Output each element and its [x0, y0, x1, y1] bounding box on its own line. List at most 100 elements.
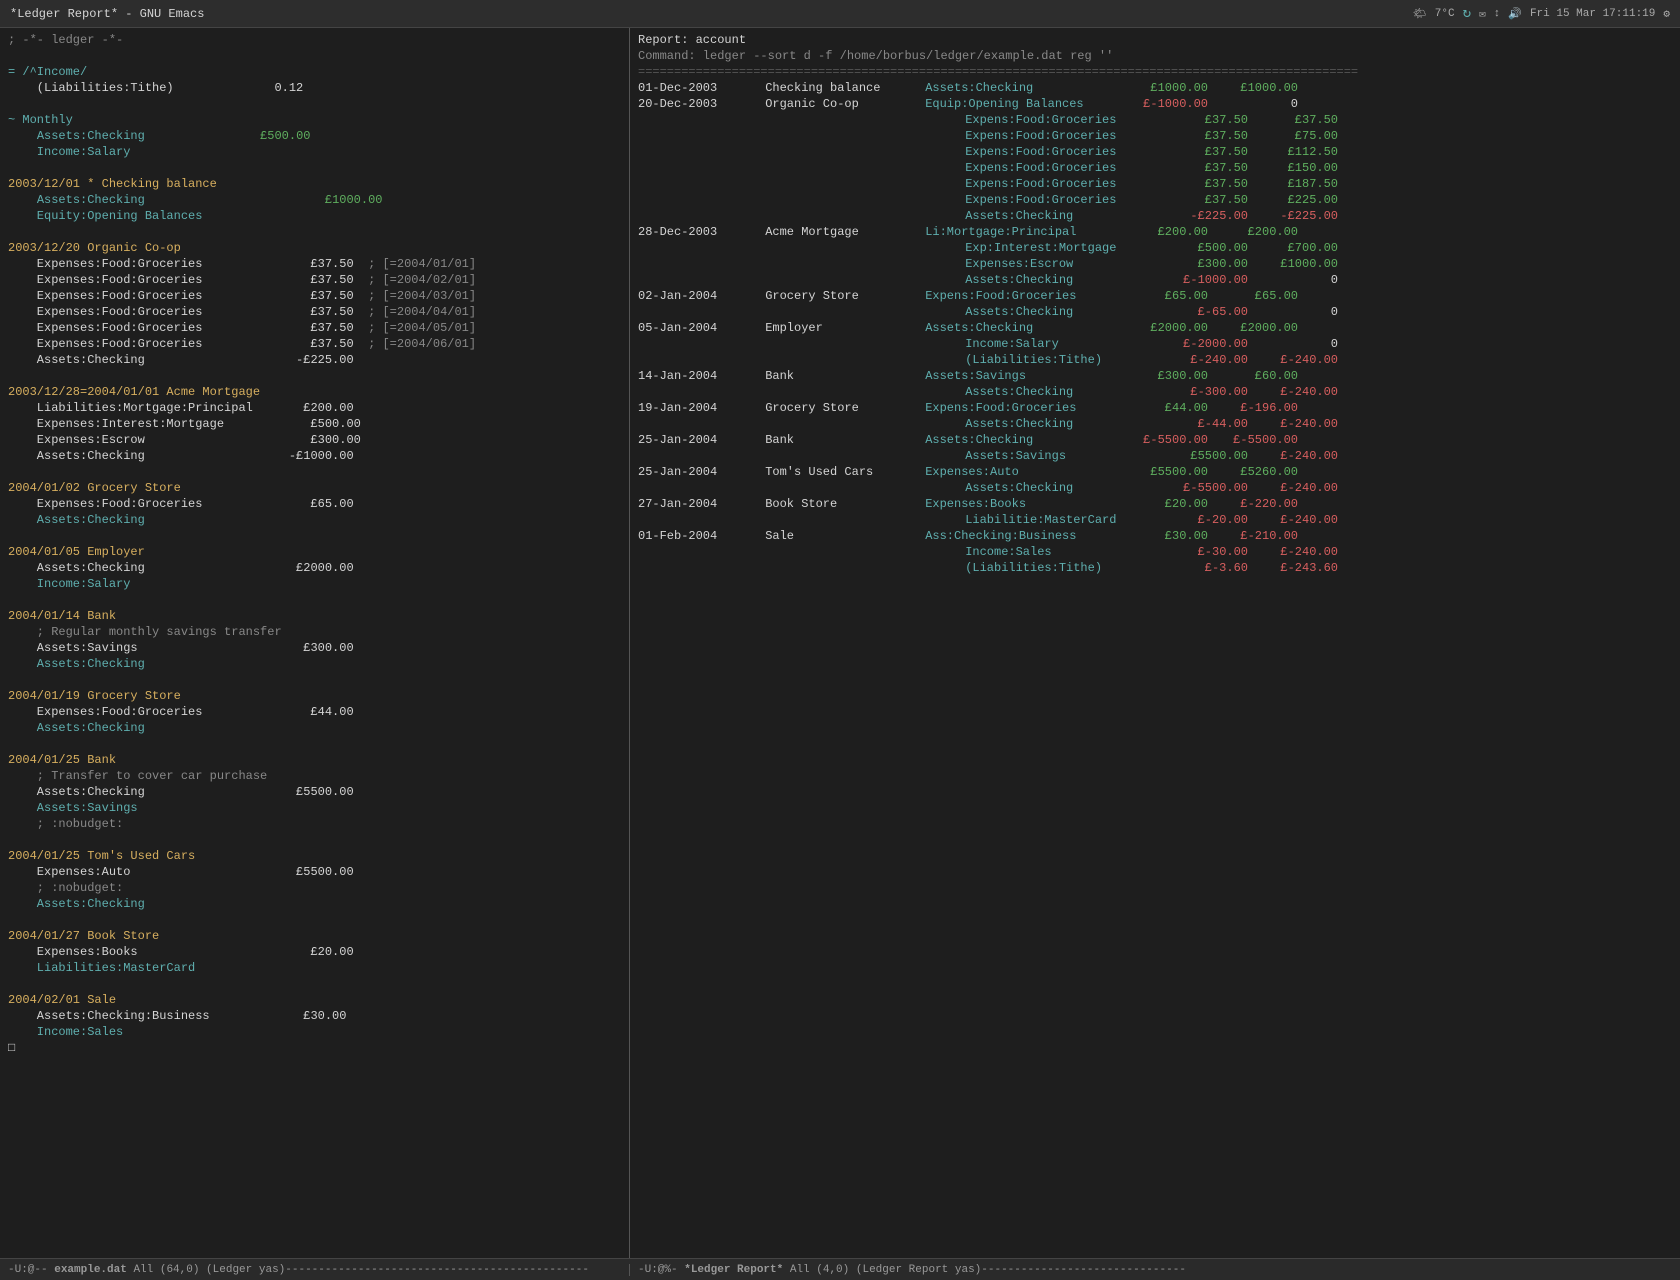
editor-line: Equity:Opening Balances	[8, 208, 621, 224]
statusbar-right: -U:@%- *Ledger Report* All (4,0) (Ledger…	[630, 1264, 1680, 1276]
editor-line: Assets:Checking	[8, 512, 621, 528]
editor-line: □	[8, 1040, 621, 1056]
titlebar: *Ledger Report* - GNU Emacs 🌤 7°C ↻ ✉ ↕ …	[0, 0, 1680, 28]
volume-icon[interactable]: 🔊	[1508, 7, 1522, 21]
report-command: Command: ledger --sort d -f /home/borbus…	[638, 48, 1672, 64]
editor-line: ; -*- ledger -*-	[8, 32, 621, 48]
report-transaction: Expens:Food:Groceries £37.50 £112.50	[638, 144, 1672, 160]
editor-line: Expenses:Food:Groceries £37.50 ; [=2004/…	[8, 320, 621, 336]
editor-line: Expenses:Food:Groceries £37.50 ; [=2004/…	[8, 336, 621, 352]
editor-line: ; Transfer to cover car purchase	[8, 768, 621, 784]
editor-line	[8, 160, 621, 176]
report-transaction: (Liabilities:Tithe) £-240.00 £-240.00	[638, 352, 1672, 368]
editor-line	[8, 368, 621, 384]
editor-line	[8, 912, 621, 928]
editor-line: Assets:Checking	[8, 720, 621, 736]
refresh-icon[interactable]: ↻	[1463, 5, 1471, 22]
report-transaction: Assets:Checking £-44.00 £-240.00	[638, 416, 1672, 432]
editor-line: Expenses:Food:Groceries £65.00	[8, 496, 621, 512]
report-transaction: Assets:Checking £-5500.00 £-240.00	[638, 480, 1672, 496]
report-transaction: 28-Dec-2003 Acme Mortgage Li:Mortgage:Pr…	[638, 224, 1672, 240]
statusbar-left: -U:@-- example.dat All (64,0) (Ledger ya…	[0, 1264, 630, 1276]
editor-line: (Liabilities:Tithe) 0.12	[8, 80, 621, 96]
report-divider: ========================================…	[638, 64, 1672, 80]
report-transaction: Expens:Food:Groceries £37.50 £150.00	[638, 160, 1672, 176]
report-transaction: 01-Feb-2004 Sale Ass:Checking:Business £…	[638, 528, 1672, 544]
weather-icon: 🌤	[1413, 7, 1427, 21]
editor-line: Expenses:Food:Groceries £44.00	[8, 704, 621, 720]
titlebar-title: *Ledger Report* - GNU Emacs	[10, 7, 204, 21]
report-transaction: 01-Dec-2003 Checking balance Assets:Chec…	[638, 80, 1672, 96]
report-transaction: 25-Jan-2004 Bank Assets:Checking £-5500.…	[638, 432, 1672, 448]
weather-temp: 7°C	[1435, 8, 1455, 20]
report-pane: Report: account Command: ledger --sort d…	[630, 28, 1680, 1258]
editor-line	[8, 96, 621, 112]
editor-line: Expenses:Auto £5500.00	[8, 864, 621, 880]
editor-line	[8, 224, 621, 240]
titlebar-right: 🌤 7°C ↻ ✉ ↕ 🔊 Fri 15 Mar 17:11:19 ⚙	[1413, 5, 1670, 22]
editor-line: 2004/01/19 Grocery Store	[8, 688, 621, 704]
editor-line	[8, 48, 621, 64]
report-transaction: Expens:Food:Groceries £37.50 £187.50	[638, 176, 1672, 192]
editor-line: Income:Salary	[8, 144, 621, 160]
editor-line: 2004/02/01 Sale	[8, 992, 621, 1008]
editor-line: 2004/01/02 Grocery Store	[8, 480, 621, 496]
editor-line: Expenses:Books £20.00	[8, 944, 621, 960]
report-transaction: Expens:Food:Groceries £37.50 £225.00	[638, 192, 1672, 208]
editor-pane[interactable]: ; -*- ledger -*- = /^Income/ (Liabilitie…	[0, 28, 630, 1258]
report-transaction: Assets:Checking £-65.00 0	[638, 304, 1672, 320]
editor-line	[8, 736, 621, 752]
editor-line: Assets:Checking £500.00	[8, 128, 621, 144]
editor-line: Assets:Checking	[8, 896, 621, 912]
report-transaction: Assets:Checking -£225.00 -£225.00	[638, 208, 1672, 224]
report-transaction: Exp:Interest:Mortgage £500.00 £700.00	[638, 240, 1672, 256]
report-transaction: Expens:Food:Groceries £37.50 £75.00	[638, 128, 1672, 144]
report-transaction: Expens:Food:Groceries £37.50 £37.50	[638, 112, 1672, 128]
editor-line: 2004/01/27 Book Store	[8, 928, 621, 944]
editor-line: Assets:Checking £1000.00	[8, 192, 621, 208]
editor-line: Expenses:Food:Groceries £37.50 ; [=2004/…	[8, 272, 621, 288]
statusbar: -U:@-- example.dat All (64,0) (Ledger ya…	[0, 1258, 1680, 1280]
editor-line: Liabilities:Mortgage:Principal £200.00	[8, 400, 621, 416]
editor-line: 2004/01/25 Tom's Used Cars	[8, 848, 621, 864]
statusbar-right-text: -U:@%- *Ledger Report* All (4,0) (Ledger…	[638, 1264, 1186, 1276]
report-label: Report: account	[638, 32, 1672, 48]
report-transaction: 27-Jan-2004 Book Store Expenses:Books £2…	[638, 496, 1672, 512]
report-transaction: Expenses:Escrow £300.00 £1000.00	[638, 256, 1672, 272]
editor-line: Assets:Checking £2000.00	[8, 560, 621, 576]
editor-line: Expenses:Food:Groceries £37.50 ; [=2004/…	[8, 288, 621, 304]
report-transaction: Assets:Savings £5500.00 £-240.00	[638, 448, 1672, 464]
editor-line-monthly: ~ Monthly	[8, 112, 621, 128]
editor-line: Assets:Savings £300.00	[8, 640, 621, 656]
editor-line: Expenses:Escrow £300.00	[8, 432, 621, 448]
editor-line: Assets:Checking -£1000.00	[8, 448, 621, 464]
report-transaction: 05-Jan-2004 Employer Assets:Checking £20…	[638, 320, 1672, 336]
editor-line: 2003/12/28=2004/01/01 Acme Mortgage	[8, 384, 621, 400]
settings-icon[interactable]: ⚙	[1663, 7, 1670, 21]
editor-line: Expenses:Food:Groceries £37.50 ; [=2004/…	[8, 256, 621, 272]
network-icon: ↕	[1494, 8, 1501, 20]
report-transaction: Assets:Checking £-300.00 £-240.00	[638, 384, 1672, 400]
editor-line: Liabilities:MasterCard	[8, 960, 621, 976]
report-transaction: 20-Dec-2003 Organic Co-op Equip:Opening …	[638, 96, 1672, 112]
editor-line	[8, 592, 621, 608]
email-icon[interactable]: ✉	[1479, 7, 1486, 21]
report-transaction: 14-Jan-2004 Bank Assets:Savings £300.00 …	[638, 368, 1672, 384]
report-transaction: 02-Jan-2004 Grocery Store Expens:Food:Gr…	[638, 288, 1672, 304]
editor-line	[8, 672, 621, 688]
editor-line: Assets:Savings	[8, 800, 621, 816]
editor-line	[8, 464, 621, 480]
editor-line	[8, 528, 621, 544]
editor-line: Expenses:Food:Groceries £37.50 ; [=2004/…	[8, 304, 621, 320]
report-transaction: Income:Sales £-30.00 £-240.00	[638, 544, 1672, 560]
report-transaction: Liabilitie:MasterCard £-20.00 £-240.00	[638, 512, 1672, 528]
editor-line: Assets:Checking:Business £30.00	[8, 1008, 621, 1024]
editor-line	[8, 976, 621, 992]
editor-line: Income:Salary	[8, 576, 621, 592]
editor-line	[8, 832, 621, 848]
editor-line: 2004/01/25 Bank	[8, 752, 621, 768]
editor-line: Expenses:Interest:Mortgage £500.00	[8, 416, 621, 432]
editor-line: = /^Income/	[8, 64, 621, 80]
editor-line: 2004/01/05 Employer	[8, 544, 621, 560]
editor-line: ; :nobudget:	[8, 880, 621, 896]
